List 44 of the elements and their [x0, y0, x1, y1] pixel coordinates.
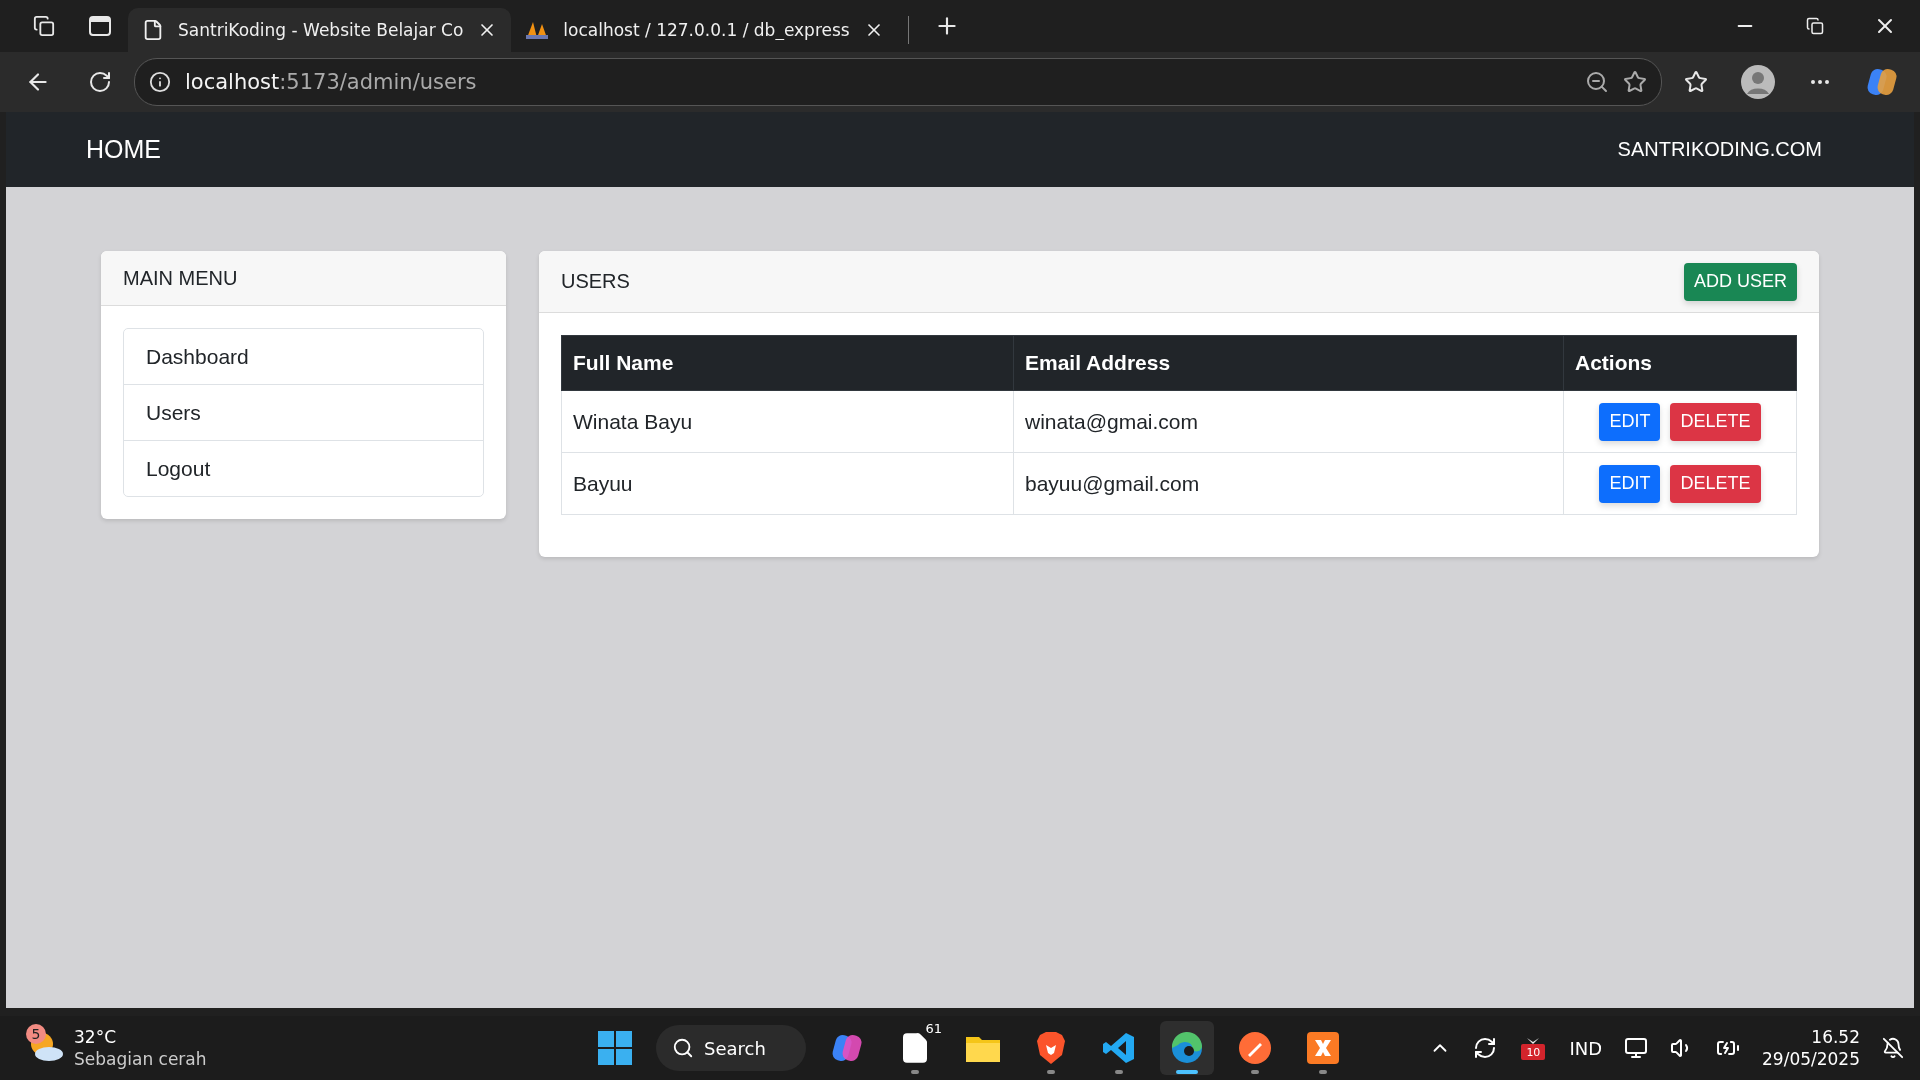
table-cell: bayuu@gmail.com — [1013, 452, 1564, 515]
clock[interactable]: 16.52 29/05/2025 — [1762, 1026, 1860, 1070]
notification-badge: 5 — [26, 1024, 46, 1044]
table-cell: Bayuu — [561, 452, 1014, 515]
url-text: localhost:5173/admin/users — [185, 70, 477, 94]
language-indicator[interactable]: IND — [1569, 1037, 1602, 1059]
search-field[interactable]: Search — [656, 1025, 806, 1071]
table-cell: winata@gmai.com — [1013, 390, 1564, 453]
home-link[interactable]: HOME — [86, 135, 161, 164]
taskbar-app[interactable] — [1160, 1021, 1214, 1075]
notifications-icon[interactable] — [1882, 1037, 1904, 1059]
menu-item[interactable]: Users — [124, 384, 483, 440]
column-header: Actions — [1563, 335, 1797, 391]
sync-icon[interactable] — [1473, 1036, 1498, 1060]
delete-button[interactable]: DELETE — [1670, 464, 1761, 503]
taskbar-app[interactable]: 61 — [888, 1021, 942, 1075]
delete-button[interactable]: DELETE — [1670, 402, 1761, 441]
temperature-text: 32°C — [74, 1026, 117, 1048]
card-title: MAIN MENU — [123, 266, 238, 290]
weather-text: Sebagian cerah — [74, 1048, 207, 1070]
sail-logo-icon — [525, 20, 550, 40]
browser-tab[interactable]: SantriKoding - Website Belajar Co — [128, 8, 512, 52]
edit-button[interactable]: EDIT — [1599, 464, 1661, 503]
code-editor-icon — [1102, 1031, 1136, 1065]
menu-item[interactable]: Logout — [124, 440, 483, 496]
count-label: 61 — [925, 1021, 942, 1036]
search-icon — [672, 1037, 694, 1059]
browser-icon — [1170, 1031, 1204, 1065]
network-icon[interactable] — [1624, 1036, 1648, 1060]
page-icon — [142, 19, 164, 41]
add-user-button[interactable]: ADD USER — [1684, 262, 1797, 301]
site-link[interactable]: SANTRIKODING.COM — [1617, 138, 1822, 161]
table-cell: Winata Bayu — [561, 390, 1014, 453]
edit-button[interactable]: EDIT — [1599, 402, 1661, 441]
x-logo-icon — [1306, 1031, 1340, 1065]
card-title: USERS — [561, 270, 630, 293]
star-icon[interactable] — [1623, 70, 1647, 94]
info-icon — [149, 71, 171, 93]
address-bar[interactable]: localhost:5173/admin/users — [134, 58, 1662, 106]
column-header: Full Name — [561, 335, 1014, 391]
zoom-out-icon[interactable] — [1585, 70, 1609, 94]
column-header: Email Address — [1013, 335, 1564, 391]
menu-item[interactable]: Dashboard — [124, 329, 483, 384]
browser-tab[interactable]: localhost / 127.0.0.1 / db_express — [511, 8, 898, 52]
